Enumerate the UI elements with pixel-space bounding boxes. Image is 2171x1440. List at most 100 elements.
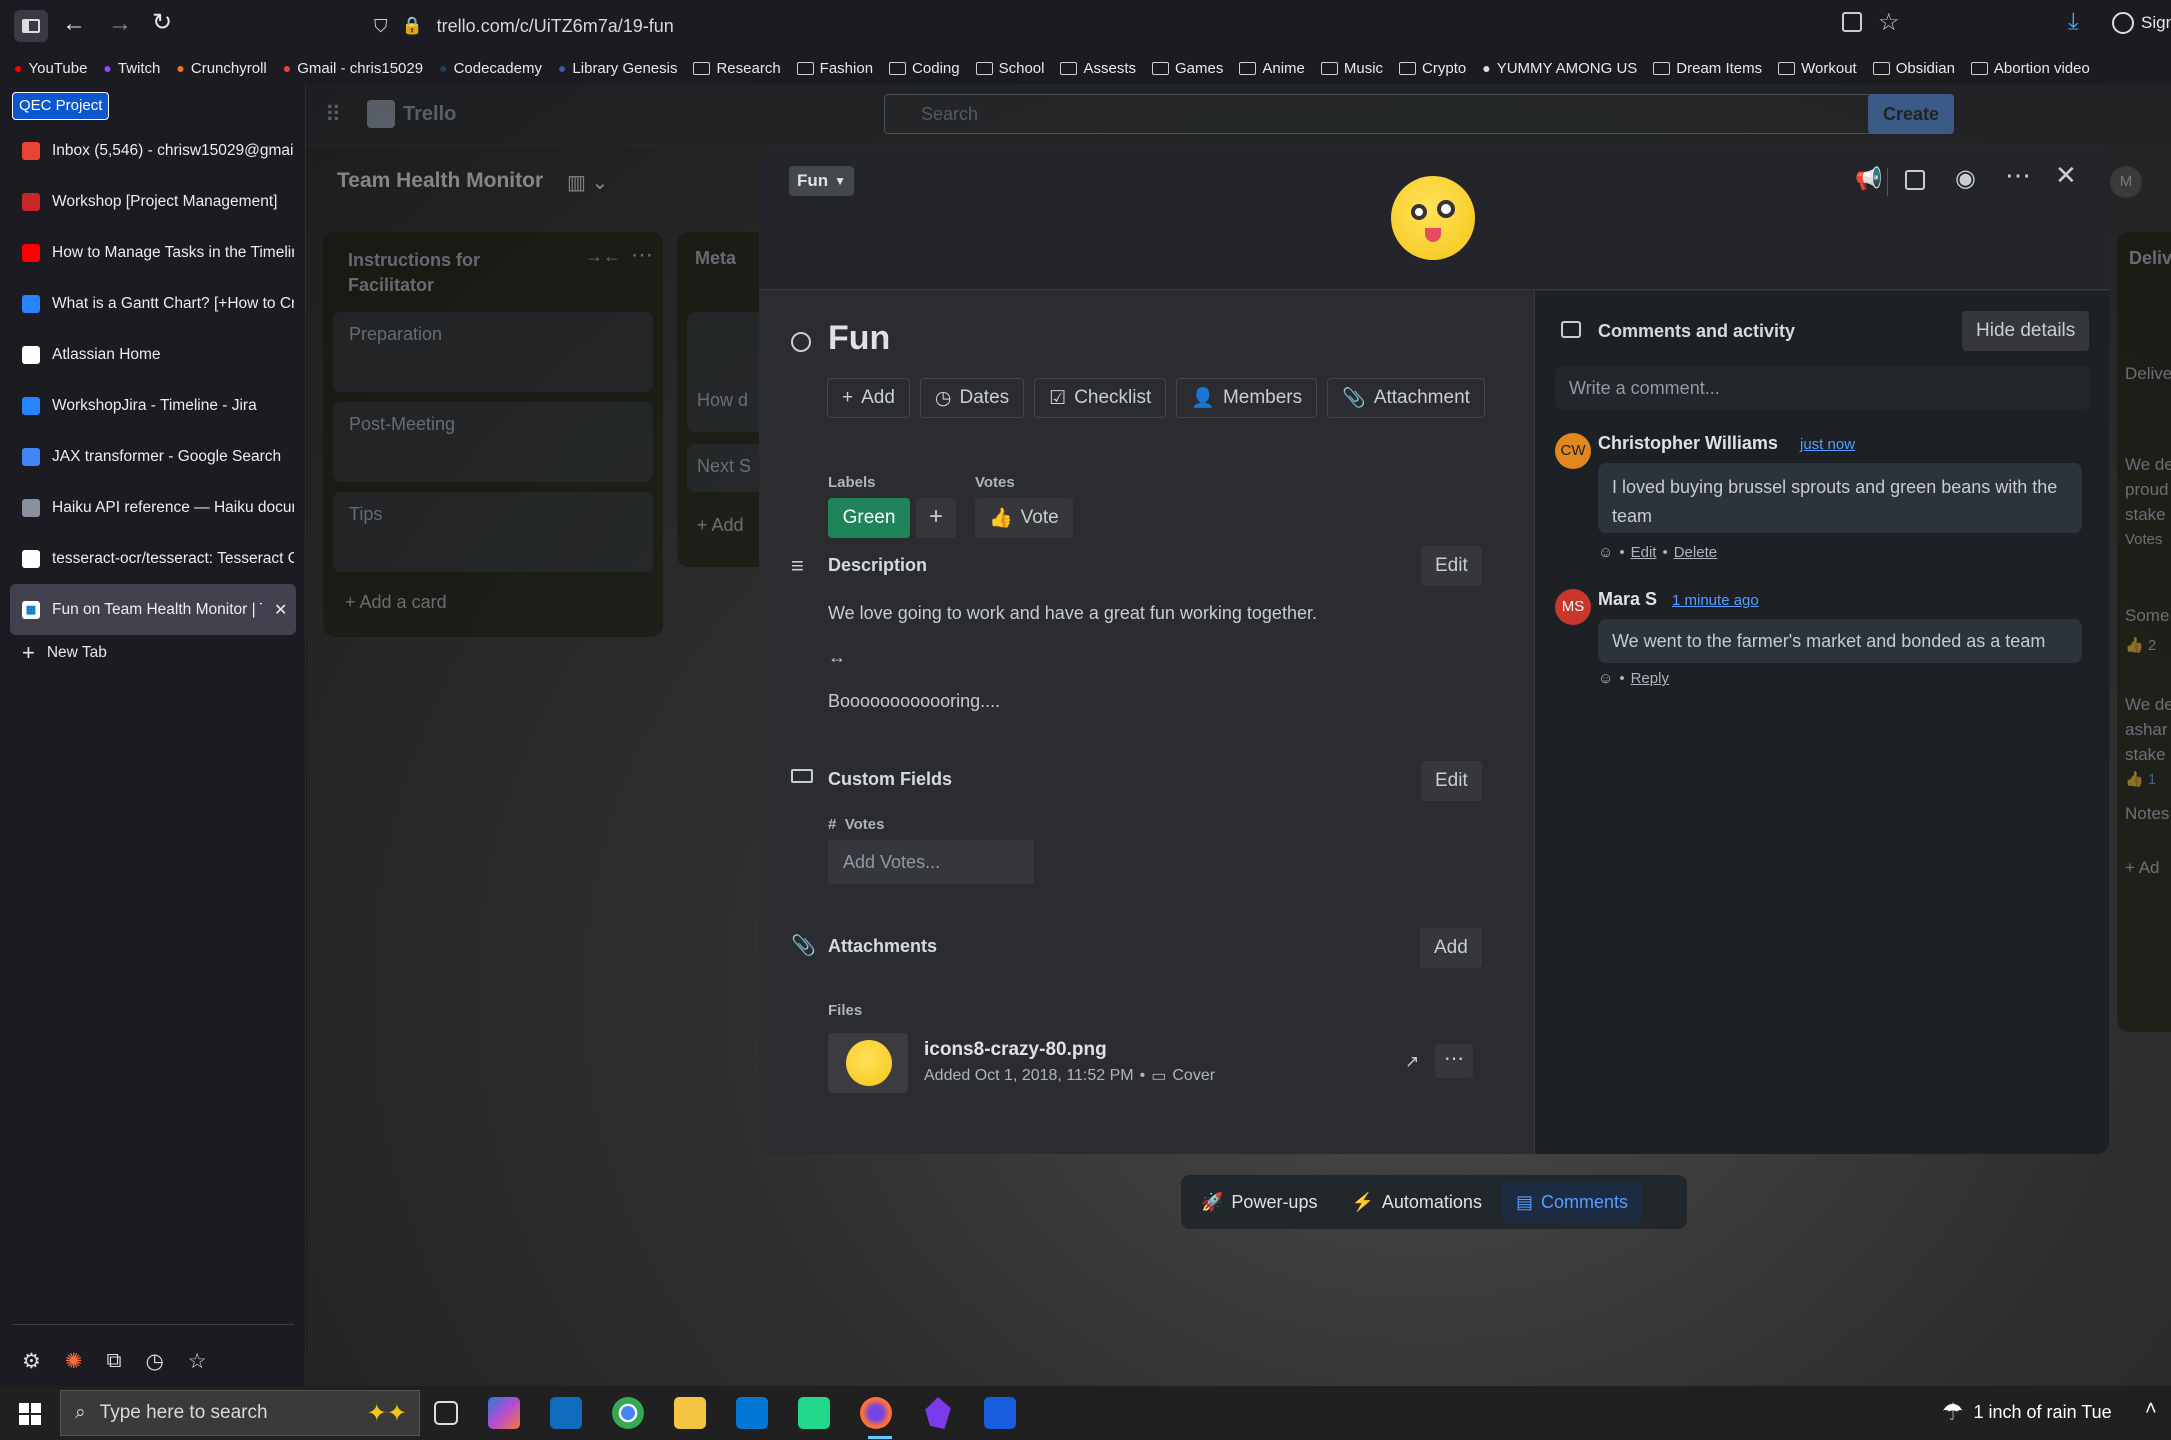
- comment-delete-link[interactable]: Delete: [1674, 544, 1717, 561]
- board-view-icon[interactable]: ▥ ⌄: [567, 170, 608, 195]
- bookmark-item[interactable]: Crypto: [1399, 60, 1466, 77]
- m365-icon[interactable]: [488, 1397, 520, 1429]
- open-external-icon[interactable]: ↗: [1405, 1052, 1419, 1072]
- list-card[interactable]: Tips: [333, 492, 653, 572]
- collapse-icon[interactable]: →←: [585, 246, 621, 267]
- sidebar-toggle-icon[interactable]: [14, 10, 48, 42]
- attachment-menu-icon[interactable]: ⋯: [1435, 1044, 1473, 1078]
- list-title[interactable]: Meta: [695, 248, 736, 269]
- board-title[interactable]: Team Health Monitor: [337, 169, 543, 193]
- weather-widget[interactable]: ☂ 1 inch of rain Tue: [1942, 1398, 2112, 1427]
- vscode-icon[interactable]: [736, 1397, 768, 1429]
- bookmark-item[interactable]: ● Codecademy: [439, 60, 542, 77]
- card-line[interactable]: proud: [2125, 477, 2171, 502]
- sidebar-tab[interactable]: Inbox (5,546) - chrisw15029@gmail.com: [0, 125, 306, 176]
- card-line[interactable]: stake: [2125, 742, 2171, 767]
- list-card[interactable]: Some: [2125, 606, 2169, 626]
- bookmark-item[interactable]: Assests: [1060, 60, 1136, 77]
- complete-circle-icon[interactable]: [791, 332, 811, 352]
- bookmark-item[interactable]: Music: [1320, 60, 1383, 77]
- card-line[interactable]: ashar: [2125, 717, 2171, 742]
- add-label-button[interactable]: +: [916, 498, 956, 538]
- apps-grid-icon[interactable]: ⠿: [325, 102, 341, 128]
- bookmark-item[interactable]: Obsidian: [1872, 60, 1955, 77]
- bookmark-item[interactable]: Fashion: [796, 60, 873, 77]
- list-card[interactable]: Post-Meeting: [333, 402, 653, 482]
- pycharm-icon[interactable]: [798, 1397, 830, 1429]
- sidebar-tab-active[interactable]: ▦ Fun on Team Health Monitor | Trello ✕: [10, 584, 296, 635]
- list-menu-icon[interactable]: ⋯: [631, 242, 653, 268]
- sidebar-tab[interactable]: Atlassian Home: [0, 329, 306, 380]
- list-card[interactable]: Preparation: [333, 312, 653, 392]
- downloads-icon[interactable]: ⤓: [2068, 8, 2079, 36]
- list-selector[interactable]: Fun ▼: [789, 166, 855, 196]
- sidebar-tab[interactable]: JAX transformer - Google Search: [0, 431, 306, 482]
- card-menu-icon[interactable]: ⋯: [2005, 160, 2031, 191]
- obsidian-icon[interactable]: [925, 1397, 951, 1429]
- extension-icon[interactable]: ✺: [65, 1349, 83, 1374]
- attachment-thumbnail[interactable]: [828, 1033, 908, 1093]
- system-tray-chevron-icon[interactable]: ˄: [2145, 1398, 2157, 1421]
- bookmark-item[interactable]: Games: [1151, 60, 1223, 77]
- comment-author[interactable]: Mara S: [1598, 589, 1657, 610]
- votes-field-input[interactable]: Add Votes...: [828, 840, 1034, 884]
- chrome-icon[interactable]: [612, 1397, 644, 1429]
- avatar[interactable]: MS: [1555, 589, 1591, 625]
- add-card-button[interactable]: + Add: [697, 515, 744, 536]
- cover-image-icon[interactable]: [1905, 170, 1925, 190]
- vote-button[interactable]: 👍 Vote: [975, 498, 1073, 538]
- history-icon[interactable]: ◷: [145, 1349, 163, 1374]
- sidebar-tab[interactable]: What is a Gantt Chart? [+How to Create: [0, 278, 306, 329]
- list-card[interactable]: Notes: [2125, 804, 2169, 824]
- new-tab-button[interactable]: + New Tab: [22, 640, 107, 666]
- trello-search[interactable]: Search: [884, 94, 1884, 134]
- shield-icon[interactable]: ⛉: [374, 16, 388, 37]
- checklist-button[interactable]: ☑ Checklist: [1034, 378, 1167, 418]
- add-card-button[interactable]: + Add a card: [345, 592, 447, 613]
- comment-time[interactable]: just now: [1800, 436, 1855, 453]
- forward-icon[interactable]: →: [108, 10, 132, 38]
- dates-button[interactable]: ◷ Dates: [919, 378, 1025, 418]
- attachments-add-button[interactable]: Add: [1420, 928, 1482, 968]
- card-title[interactable]: Fun: [828, 319, 890, 358]
- reload-icon[interactable]: ↻: [152, 8, 172, 37]
- bookmark-item[interactable]: ● Twitch: [103, 60, 160, 77]
- taskbar-search[interactable]: ⌕ Type here to search ✦✦: [60, 1390, 420, 1436]
- close-tab-icon[interactable]: ✕: [274, 600, 287, 620]
- save-page-icon[interactable]: [1842, 12, 1862, 32]
- url-text[interactable]: trello.com/c/UiTZ6m7a/19-fun: [437, 16, 674, 37]
- bookmark-item[interactable]: Coding: [889, 60, 960, 77]
- sidebar-tab[interactable]: WorkshopJira - Timeline - Jira: [0, 380, 306, 431]
- bookmark-item[interactable]: ● Crunchyroll: [176, 60, 266, 77]
- bookmark-item[interactable]: ● YouTube: [14, 60, 87, 77]
- lock-icon[interactable]: 🔒: [402, 16, 423, 36]
- bookmark-star-icon[interactable]: ☆: [1878, 8, 1900, 37]
- comment-reply-link[interactable]: Reply: [1631, 670, 1669, 687]
- powerups-button[interactable]: 🚀 Power-ups: [1187, 1182, 1331, 1222]
- comments-toggle-button[interactable]: ▤ Comments: [1501, 1181, 1642, 1223]
- hide-details-button[interactable]: Hide details: [1962, 311, 2090, 351]
- attachment-name[interactable]: icons8-crazy-80.png: [924, 1039, 1107, 1061]
- tab-group-label[interactable]: QEC Project: [12, 92, 110, 120]
- notifications-icon[interactable]: 📢: [1855, 166, 1882, 192]
- url-bar[interactable]: ⛉ 🔒 trello.com/c/UiTZ6m7a/19-fun: [358, 8, 1916, 44]
- sidebar-tab[interactable]: tesseract-ocr/tesseract: Tesseract Open: [0, 533, 306, 584]
- bookmark-item[interactable]: Anime: [1239, 60, 1305, 77]
- description-text[interactable]: We love going to work and have a great f…: [828, 602, 1317, 712]
- bookmark-item[interactable]: Dream Items: [1653, 60, 1762, 77]
- bitwarden-icon[interactable]: [984, 1397, 1016, 1429]
- bookmark-item[interactable]: ● Gmail - chris15029: [283, 60, 423, 77]
- comment-author[interactable]: Christopher Williams: [1598, 433, 1778, 454]
- label-green[interactable]: Green: [828, 498, 910, 538]
- comment-input[interactable]: Write a comment...: [1555, 366, 2090, 410]
- attachment-cover-link[interactable]: Cover: [1172, 1067, 1215, 1085]
- bookmark-item[interactable]: ● Library Genesis: [558, 60, 678, 77]
- windows-start-icon[interactable]: [19, 1403, 41, 1425]
- members-button[interactable]: 👤 Members: [1176, 378, 1318, 418]
- bookmarks-icon[interactable]: ☆: [188, 1349, 207, 1374]
- watch-eye-icon[interactable]: ◉: [1955, 164, 1976, 193]
- close-icon[interactable]: ✕: [2055, 160, 2077, 191]
- sidebar-tab[interactable]: Workshop [Project Management]: [0, 176, 306, 227]
- firefox-icon[interactable]: [860, 1397, 892, 1429]
- add-button[interactable]: + Add: [827, 378, 910, 418]
